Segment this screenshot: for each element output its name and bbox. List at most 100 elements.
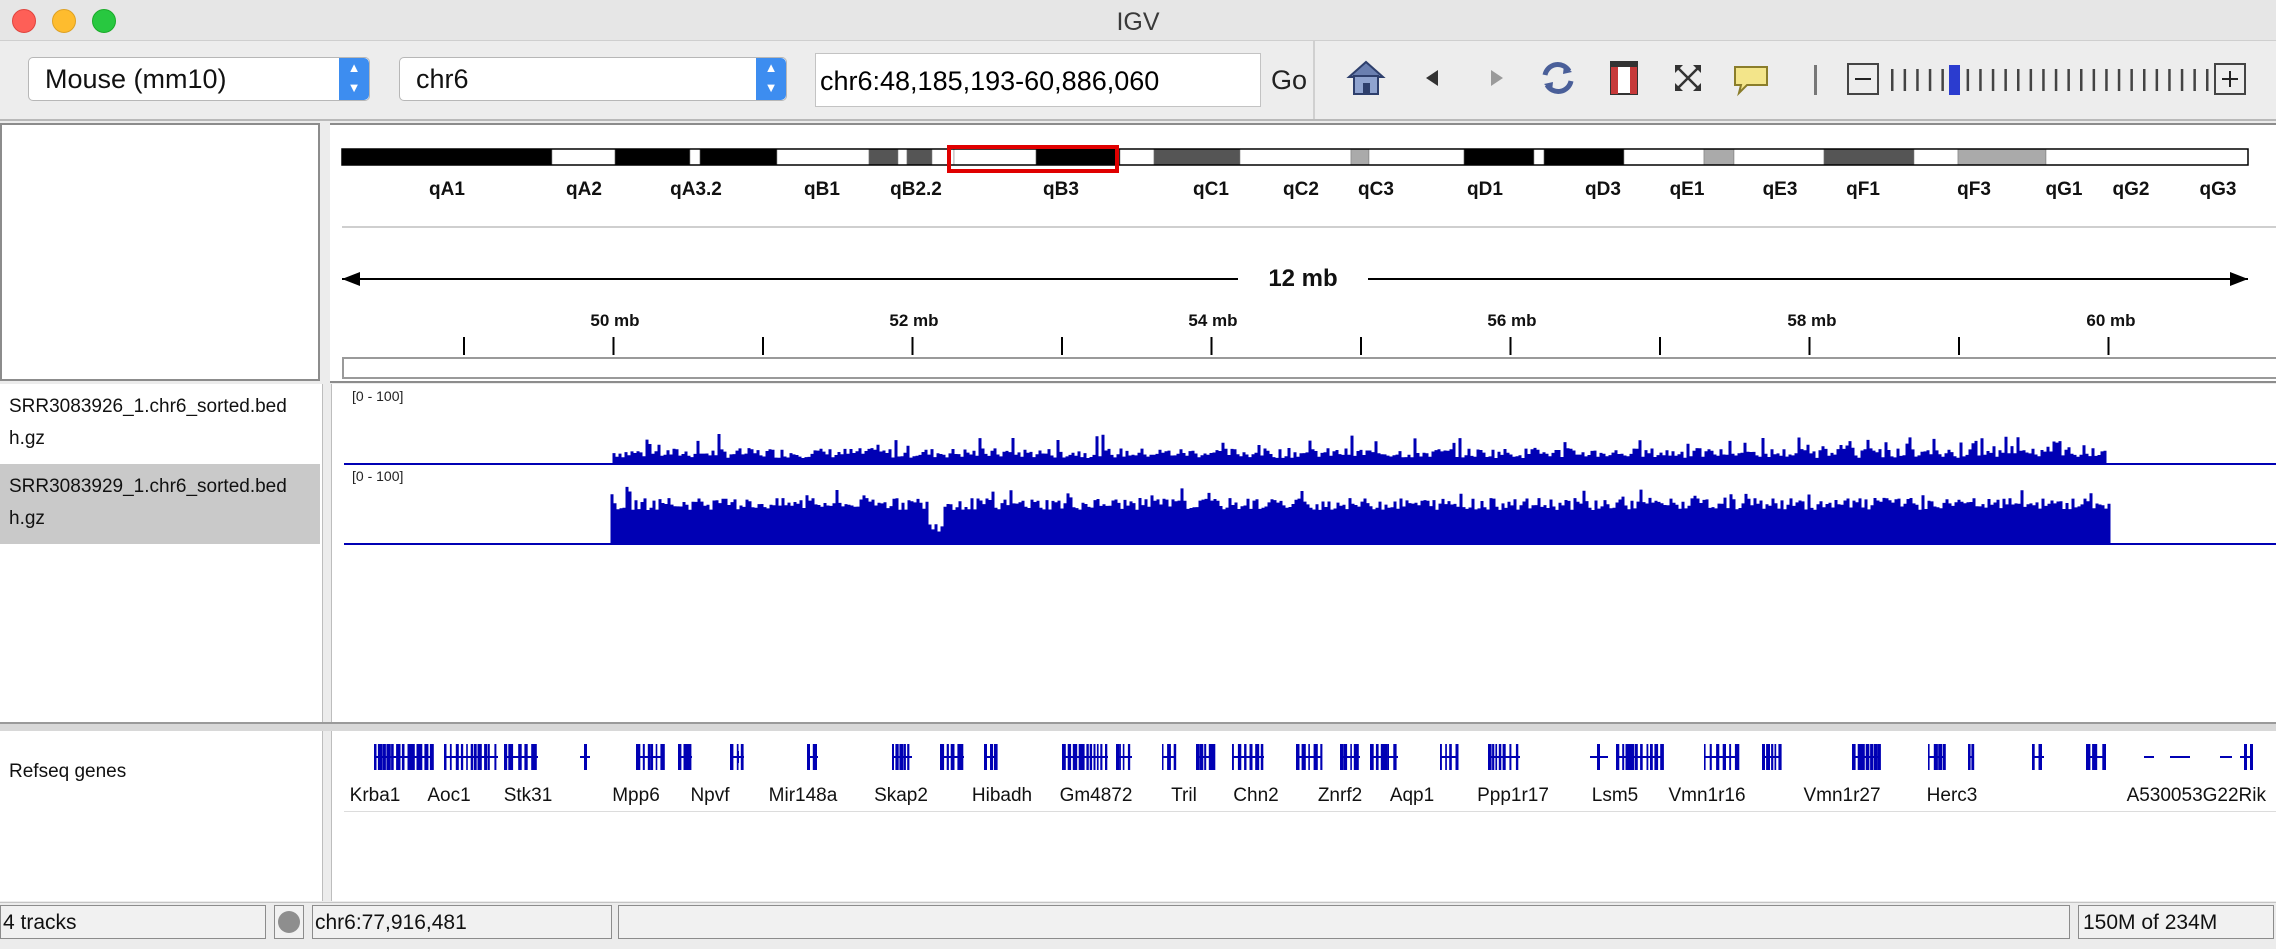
ruler-bottom-bar: [342, 357, 2276, 379]
ideogram-band: [1035, 148, 1121, 166]
ideogram-band: [1823, 148, 1915, 166]
zoom-tick: [2168, 69, 2171, 91]
zoom-tick: [2193, 69, 2196, 91]
gene-label: Vmn1r16: [1668, 785, 1746, 806]
track-name-1[interactable]: SRR3083926_1.chr6_sorted.bed h.gz: [0, 384, 320, 464]
title-bar: IGV: [0, 0, 2276, 41]
data-track-panel: [0 - 100] [0 - 100]: [332, 384, 2276, 722]
zoom-out-icon[interactable]: [1847, 63, 1879, 95]
ideogram-band: [1153, 148, 1241, 166]
ruler-tick-labels: 50 mb 52 mb 54 mb 56 mb 58 mb 60 mb: [330, 311, 2276, 333]
locus-input[interactable]: chr6:48,185,193-60,886,060: [815, 53, 1261, 107]
status-memory[interactable]: 150M of 234M: [2078, 905, 2274, 939]
header-name-panel: [0, 123, 320, 381]
zoom-in-icon[interactable]: [2214, 63, 2246, 95]
genome-select[interactable]: Mouse (mm10) ▲ ▼: [28, 57, 370, 101]
zoom-tick: [2105, 69, 2108, 91]
ruler-border: [342, 226, 2276, 228]
track-separator: [344, 811, 2276, 812]
band-label: qG3: [2199, 179, 2237, 200]
ideogram-band: [1623, 148, 1705, 166]
ideogram-band: [1703, 148, 1735, 166]
ideogram-band: [1350, 148, 1370, 166]
ideogram-band: [868, 148, 899, 166]
ideogram-band: [699, 148, 778, 166]
zoom-tick: [2155, 69, 2159, 91]
home-icon[interactable]: [1345, 57, 1387, 99]
ideogram-band: [1913, 148, 1959, 166]
chevron-updown-icon: ▲ ▼: [756, 58, 786, 100]
data-name-panel: SRR3083926_1.chr6_sorted.bed h.gz SRR308…: [0, 384, 322, 722]
ruler-ticks: [463, 337, 2110, 355]
toolbar: Mouse (mm10) ▲ ▼ chr6 ▲ ▼ chr6:48,185,193-…: [0, 41, 2276, 121]
zoom-tick: [2029, 69, 2033, 91]
track-name-1-line1: SRR3083926_1.chr6_sorted.bed: [9, 396, 287, 417]
status-track-count: 4 tracks: [0, 905, 266, 939]
zoom-slider-thumb[interactable]: [1949, 65, 1960, 95]
band-label: qA1: [429, 179, 465, 200]
refseq-genes-track-name[interactable]: Refseq genes: [9, 761, 126, 783]
panel-splitter[interactable]: [322, 731, 332, 901]
ideogram-band: [1368, 148, 1465, 166]
ruler-tick-label: 60 mb: [2086, 311, 2136, 330]
gene-labels: Krba1 Aoc1 Stk31 Mpp6 Npvf Mir148a Skap2 Hibadh…: [332, 785, 2276, 811]
track-name-2[interactable]: SRR3083929_1.chr6_sorted.bed h.gz: [0, 464, 320, 544]
ideogram-band: [953, 148, 1037, 166]
band-label: qC3: [1358, 179, 1394, 200]
span-label: 12 mb: [1238, 265, 1368, 295]
refresh-icon[interactable]: [1537, 57, 1579, 99]
feature-track-panel: Krba1 Aoc1 Stk31 Mpp6 Npvf Mir148a Skap2 Hibadh…: [332, 731, 2276, 901]
chromosome-select[interactable]: chr6 ▲ ▼: [399, 57, 787, 101]
ideogram-band: [906, 148, 933, 166]
feature-name-panel: Refseq genes: [0, 731, 322, 901]
ideogram-band: [614, 148, 691, 166]
band-label: qB2.2: [890, 179, 942, 200]
zoom-tick: [2042, 69, 2045, 91]
back-arrow-icon[interactable]: [1412, 57, 1454, 99]
go-button[interactable]: Go: [1271, 65, 1307, 96]
gene-label: A530053G22Rik: [2126, 785, 2266, 806]
zoom-tick: [1966, 69, 1970, 91]
popup-info-icon[interactable]: [1730, 57, 1772, 99]
ruler-tick-label: 50 mb: [590, 311, 640, 330]
refseq-gene-features[interactable]: [332, 739, 2276, 779]
track-name-2-line1: SRR3083929_1.chr6_sorted.bed: [9, 476, 287, 497]
window-title: IGV: [1116, 8, 1160, 36]
chevron-updown-icon: ▲ ▼: [339, 58, 369, 100]
ideogram-band: [1957, 148, 2047, 166]
zoom-tick: [2004, 69, 2007, 91]
zoom-tick: [2017, 69, 2020, 91]
toolbar-divider: [1313, 41, 1315, 119]
resize-tracks-icon[interactable]: [1667, 57, 1709, 99]
zoom-tick: [2092, 69, 2096, 91]
ideogram-band: [1119, 148, 1155, 166]
zoom-slider[interactable]: [1888, 65, 2228, 95]
zoom-tick: [2080, 69, 2083, 91]
band-label: qD3: [1585, 179, 1621, 200]
track-name-1-line2: h.gz: [9, 428, 45, 449]
coverage-tracks[interactable]: [332, 384, 2276, 554]
ideogram-band: [1543, 148, 1625, 166]
region-of-interest-icon[interactable]: [1603, 57, 1645, 99]
panel-splitter[interactable]: [322, 384, 332, 722]
ruler-tick-label: 54 mb: [1188, 311, 1238, 330]
zoom-tick: [2054, 69, 2058, 91]
forward-arrow-icon[interactable]: [1475, 57, 1517, 99]
ideogram-band: [1463, 148, 1535, 166]
ideogram-band: [1733, 148, 1825, 166]
band-label: qE3: [1762, 179, 1798, 200]
status-position: chr6:77,916,481: [312, 905, 612, 939]
ideogram-band: [776, 148, 870, 166]
zoom-tick: [1903, 69, 1907, 91]
band-label: qA2: [566, 179, 602, 200]
zoom-tick: [1941, 69, 1944, 91]
ideogram-band: [689, 148, 701, 166]
ruler-tick-label: 58 mb: [1787, 311, 1837, 330]
zoom-tick: [2143, 69, 2146, 91]
zoom-tick: [1979, 69, 1982, 91]
status-light-icon: [278, 911, 300, 933]
band-label: qE1: [1669, 179, 1705, 200]
coverage-track-2: [344, 486, 2276, 545]
zoom-tick: [2206, 69, 2209, 91]
ideogram-band: [341, 148, 553, 166]
